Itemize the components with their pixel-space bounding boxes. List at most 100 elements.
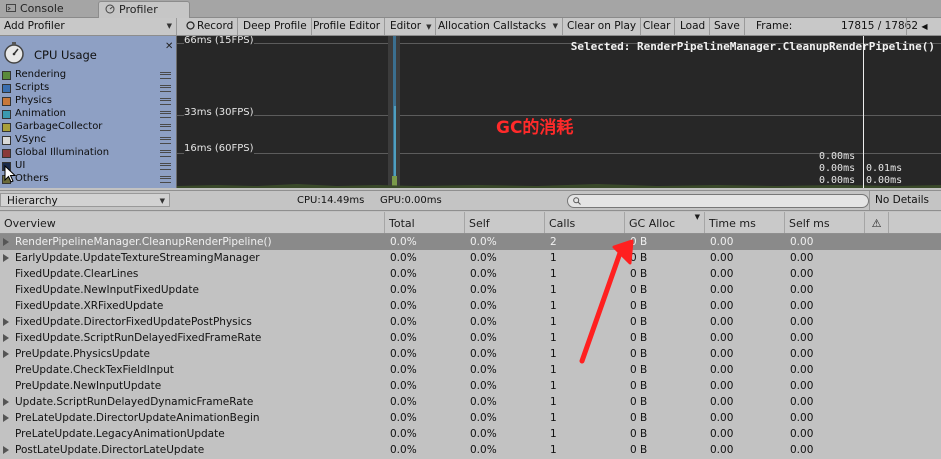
red-arrow-annotation [579,239,634,364]
add-profiler-dropdown[interactable]: Add Profiler ▼ [0,18,177,35]
legend-swatch[interactable] [2,149,11,158]
tab-console-label: Console [20,2,64,15]
cpu-usage-header[interactable]: CPU Usage ✕ [2,39,173,67]
save-label: Save [714,20,740,32]
table-row[interactable]: PreUpdate.PhysicsUpdate 0.0% 0.0% 1 0 B 0.00 0… [0,346,941,362]
table-row[interactable]: FixedUpdate.XRFixedUpdate 0.0% 0.0% 1 0 B 0.0… [0,298,941,314]
column-calls[interactable]: Calls [545,212,625,233]
drag-handle-icon[interactable] [160,72,171,79]
table-row[interactable]: PreUpdate.NewInputUpdate 0.0% 0.0% 1 0 B 0.00… [0,378,941,394]
warning-icon[interactable]: ⚠ [865,212,889,233]
table-row[interactable]: FixedUpdate.NewInputFixedUpdate 0.0% 0.0% 1… [0,282,941,298]
table-row[interactable]: FixedUpdate.ClearLines 0.0% 0.0% 1 0 B 0.00 0.… [0,266,941,282]
drag-handle-icon[interactable] [160,176,171,183]
view-mode-dropdown[interactable]: Hierarchy ▼ [0,193,170,207]
load-button[interactable]: Load [676,18,711,35]
row-time: 0.00 [710,252,734,264]
selected-frame-marker[interactable] [863,36,864,188]
save-button[interactable]: Save [710,18,745,35]
tab-profiler[interactable]: Profiler [98,1,190,18]
table-row[interactable]: PostLateUpdate.DirectorLateUpdate 0.0% 0.0… [0,442,941,458]
search-input[interactable] [567,194,869,208]
record-icon [186,21,195,30]
legend-item-vsync[interactable]: VSync [2,133,174,146]
clear-button[interactable]: Clear [639,18,676,35]
search-icon [573,197,581,205]
table-row[interactable]: PreLateUpdate.LegacyAnimationUpdate 0.0% 0… [0,426,941,442]
table-row[interactable]: PreLateUpdate.DirectorUpdateAnimationBeg… [0,410,941,426]
expand-arrow-icon[interactable] [3,318,9,326]
profile-editor-button[interactable]: Profile Editor [309,18,386,35]
drag-handle-icon[interactable] [160,85,171,92]
column-overview[interactable]: Overview [0,212,385,233]
legend-item-others[interactable]: Others [2,172,174,185]
table-row[interactable]: EarlyUpdate.UpdateTextureStreamingManage… [0,250,941,266]
row-gc: 0 B [630,412,648,424]
row-gc: 0 B [630,428,648,440]
expand-arrow-icon[interactable] [3,254,9,262]
drag-handle-icon[interactable] [160,137,171,144]
label-66ms: 66ms (15FPS) [184,36,254,46]
expand-arrow-icon[interactable] [3,446,9,454]
table-row[interactable]: PreUpdate.CheckTexFieldInput 0.0% 0.0% 1 0 B… [0,362,941,378]
expand-arrow-icon[interactable] [3,238,9,246]
column-self[interactable]: Self [465,212,545,233]
row-name: PreUpdate.NewInputUpdate [15,380,162,392]
allocation-callstacks-label: Allocation Callstacks [438,20,547,32]
legend-label: VSync [15,134,46,145]
row-time: 0.00 [710,412,734,424]
row-selfms: 0.00 [790,316,814,328]
deep-profile-button[interactable]: Deep Profile [239,18,312,35]
legend-item-garbagecollector[interactable]: GarbageCollector [2,120,174,133]
row-self: 0.0% [470,412,497,424]
legend-swatch[interactable] [2,84,11,93]
profiler-icon [105,4,115,14]
row-selfms: 0.00 [790,332,814,344]
legend-swatch[interactable] [2,71,11,80]
legend-item-physics[interactable]: Physics [2,94,174,107]
close-icon[interactable]: ✕ [165,41,173,52]
clear-on-play-button[interactable]: Clear on Play [563,18,642,35]
legend-swatch[interactable] [2,136,11,145]
editor-target-dropdown[interactable]: Editor ▼ [386,18,437,35]
allocation-callstacks-dropdown[interactable]: Allocation Callstacks ▼ [434,18,563,35]
column-self-ms[interactable]: Self ms [785,212,865,233]
drag-handle-icon[interactable] [160,111,171,118]
drag-handle-icon[interactable] [160,150,171,157]
row-selfms: 0.00 [790,428,814,440]
table-row[interactable]: Update.ScriptRunDelayedDynamicFrameRate 0… [0,394,941,410]
drag-handle-icon[interactable] [160,163,171,170]
row-selfms: 0.00 [790,364,814,376]
legend-item-ui[interactable]: UI [2,159,174,172]
column-time-ms[interactable]: Time ms [705,212,785,233]
legend-swatch[interactable] [2,123,11,132]
table-row[interactable]: FixedUpdate.DirectorFixedUpdatePostPhysi… [0,314,941,330]
details-mode-dropdown[interactable]: No Details [869,191,941,210]
drag-handle-icon[interactable] [160,98,171,105]
column-total[interactable]: Total [385,212,465,233]
record-button[interactable]: Record [182,18,239,35]
cpu-timeline-graph[interactable]: 66ms (15FPS) 33ms (30FPS) 16ms (60FPS) S… [177,36,941,188]
frame-spike [388,36,400,188]
legend-swatch[interactable] [2,110,11,119]
table-row[interactable]: RenderPipelineManager.CleanupRenderPipel… [0,234,941,250]
expand-arrow-icon[interactable] [3,414,9,422]
label-16ms: 16ms (60FPS) [184,143,254,154]
legend-item-animation[interactable]: Animation [2,107,174,120]
row-name: FixedUpdate.ClearLines [15,268,139,280]
row-selfms: 0.00 [790,444,814,456]
legend-swatch[interactable] [2,97,11,106]
expand-arrow-icon[interactable] [3,350,9,358]
tab-console[interactable]: Console [0,1,100,17]
sort-descending-icon: ▼ [694,213,700,221]
table-row[interactable]: FixedUpdate.ScriptRunDelayedFixedFrameRa… [0,330,941,346]
drag-handle-icon[interactable] [160,124,171,131]
value-label-left-2: 0.00ms [819,163,856,174]
column-gc-alloc[interactable]: GC Alloc ▼ [625,212,705,233]
legend-item-global-illumination[interactable]: Global Illumination [2,146,174,159]
expand-arrow-icon[interactable] [3,398,9,406]
previous-frame-button[interactable]: ◀ [906,18,941,35]
legend-item-rendering[interactable]: Rendering [2,68,174,81]
expand-arrow-icon[interactable] [3,334,9,342]
legend-item-scripts[interactable]: Scripts [2,81,174,94]
